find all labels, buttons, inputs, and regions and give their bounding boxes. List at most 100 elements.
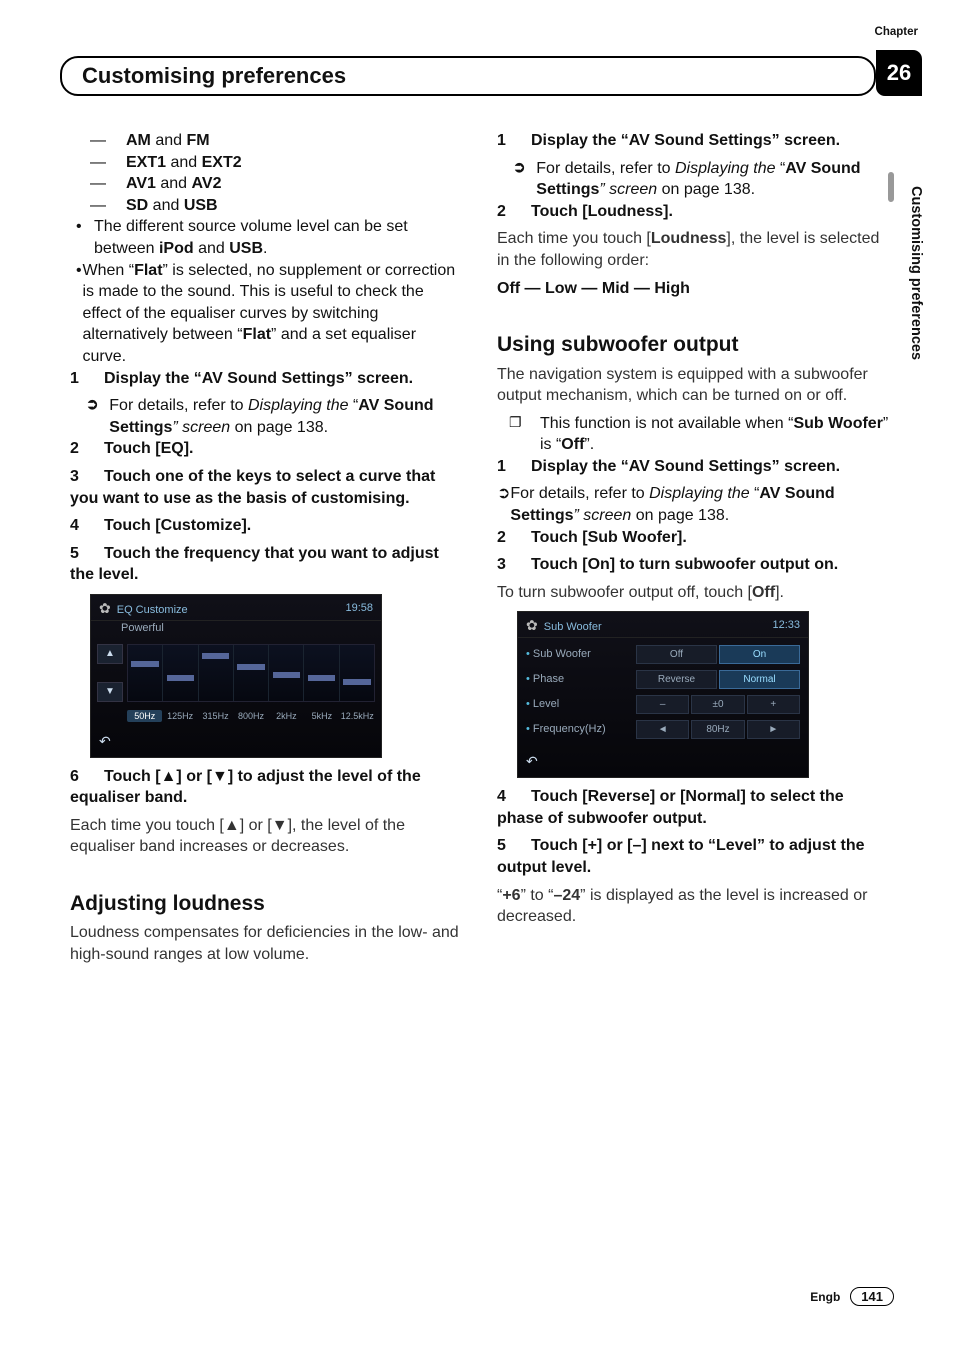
text: ” screen — [574, 507, 632, 524]
down-arrow-icon: ▼ — [212, 768, 228, 785]
sub-on-button[interactable]: On — [719, 645, 800, 664]
r-step-2-body: Each time you touch [Loudness], the leve… — [497, 228, 890, 271]
eq-bars[interactable] — [127, 644, 375, 702]
sub-label: Phase — [526, 672, 636, 687]
step-num: 2 — [70, 438, 104, 460]
sub-label: Level — [526, 697, 636, 712]
step-num: 5 — [497, 835, 531, 857]
ref-arrow-icon: ➲ — [70, 395, 109, 438]
text: Each time you touch [ — [70, 817, 224, 834]
sub-off-button[interactable]: Off — [636, 645, 717, 664]
eq-clock: 19:58 — [345, 601, 373, 616]
s3-step-5-body: “+6” to “–24” is displayed as the level … — [497, 885, 890, 928]
eq-freq-label[interactable]: 2kHz — [269, 710, 304, 722]
eq-subtitle: Powerful — [91, 621, 381, 640]
freq-right-button[interactable]: ► — [747, 720, 800, 739]
sub-row-level: Level – ±0 + — [526, 692, 800, 717]
step-5: 5Touch the frequency that you want to ad… — [70, 543, 463, 586]
text: For details, refer to — [109, 397, 248, 414]
step-1: 1Display the “AV Sound Settings” screen. — [70, 368, 463, 390]
loudness-sequence: Off — Low — Mid — High — [497, 278, 890, 300]
level-plus-button[interactable]: + — [747, 695, 800, 714]
text: ” screen — [599, 181, 657, 198]
r-step-1: 1Display the “AV Sound Settings” screen. — [497, 130, 890, 152]
level-value: ±0 — [691, 695, 744, 714]
step-text: Touch one of the keys to select a curve … — [70, 468, 435, 507]
s3-step-3-body: To turn subwoofer output off, touch [Off… — [497, 582, 890, 604]
note-icon: ❐ — [497, 413, 540, 456]
eq-header: ✿EQ Customize 19:58 — [91, 595, 381, 621]
text: ”. — [584, 436, 594, 453]
text: Sub Woofer — [793, 415, 882, 432]
eq-freq-label[interactable]: 50Hz — [127, 710, 162, 722]
text: Flat — [243, 326, 271, 343]
text: This function is not available when “ — [540, 415, 793, 432]
eq-title[interactable]: EQ Customize — [117, 604, 188, 616]
source-pair: —SD and USB — [70, 195, 463, 217]
source-pair-list: —AM and FM—EXT1 and EXT2—AV1 and AV2—SD … — [70, 130, 463, 216]
phase-normal-button[interactable]: Normal — [719, 670, 800, 689]
sub-title[interactable]: Sub Woofer — [544, 621, 602, 633]
eq-freq-label[interactable]: 125Hz — [162, 710, 197, 722]
text: Displaying the — [649, 485, 754, 502]
text: on page 138. — [631, 507, 729, 524]
eq-freq-label[interactable]: 12.5kHz — [340, 710, 375, 722]
text: on page 138. — [230, 419, 328, 436]
subwoofer-screenshot: ✿Sub Woofer 12:33 Sub Woofer Off On Phas… — [517, 611, 809, 778]
eq-freq-label[interactable]: 5kHz — [304, 710, 339, 722]
step-6: 6Touch [▲] or [▼] to adjust the level of… — [70, 766, 463, 809]
step-text: Touch [Sub Woofer]. — [531, 529, 687, 546]
s3-step-3: 3Touch [On] to turn subwoofer output on. — [497, 554, 890, 576]
text: Touch [ — [104, 768, 161, 785]
eq-bar[interactable] — [304, 645, 339, 701]
s3-step-1: 1Display the “AV Sound Settings” screen. — [497, 456, 890, 478]
step-num: 4 — [70, 515, 104, 537]
eq-bar[interactable] — [340, 645, 374, 701]
step-num: 3 — [70, 466, 104, 488]
step-text: Touch [Customize]. — [104, 517, 251, 534]
step-text: Touch the frequency that you want to adj… — [70, 545, 439, 584]
side-tab: Customising preferences — [894, 186, 924, 360]
eq-bar[interactable] — [128, 645, 163, 701]
page: Chapter 26 Customising preferences Custo… — [0, 0, 954, 1352]
down-arrow-icon: ▼ — [272, 817, 288, 834]
r-step1-ref: ➲ For details, refer to Displaying the “… — [497, 158, 890, 201]
step-num: 2 — [497, 201, 531, 223]
phase-reverse-button[interactable]: Reverse — [636, 670, 717, 689]
eq-bar[interactable] — [234, 645, 269, 701]
eq-freq-label[interactable]: 800Hz — [233, 710, 268, 722]
eq-up-button[interactable]: ▲ — [97, 644, 123, 664]
back-icon[interactable]: ↶ — [99, 733, 111, 749]
text: Off — [752, 584, 775, 601]
text: For details, refer to — [510, 485, 649, 502]
eq-down-button[interactable]: ▼ — [97, 682, 123, 702]
eq-bar[interactable] — [163, 645, 198, 701]
eq-labels: 50Hz125Hz315Hz800Hz2kHz5kHz12.5kHz — [91, 708, 381, 728]
step-text: Touch [Reverse] or [Normal] to select th… — [497, 788, 844, 827]
chapter-badge: 26 — [876, 50, 922, 96]
text: on page 138. — [657, 181, 755, 198]
section-adjusting-loudness-body: Loudness compensates for deficiencies in… — [70, 922, 463, 965]
sub-label: Sub Woofer — [526, 647, 636, 662]
eq-bar[interactable] — [199, 645, 234, 701]
s3-step-5: 5Touch [+] or [–] next to “Level” to adj… — [497, 835, 890, 878]
text: For details, refer to — [536, 160, 675, 177]
source-pair: —AM and FM — [70, 130, 463, 152]
sub-back-row: ↶ — [518, 748, 808, 777]
ref-arrow-icon: ➲ — [497, 483, 510, 526]
step-text: Display the “AV Sound Settings” screen. — [531, 458, 840, 475]
step-num: 3 — [497, 554, 531, 576]
bullet-diff-source: • The different source volume level can … — [70, 216, 463, 259]
step-text: Display the “AV Sound Settings” screen. — [531, 132, 840, 149]
text: Displaying the — [675, 160, 780, 177]
bullet-flat: • When “Flat” is selected, no supplement… — [70, 260, 463, 368]
step1-ref: ➲ For details, refer to Displaying the “… — [70, 395, 463, 438]
eq-bar[interactable] — [269, 645, 304, 701]
text: and — [194, 240, 230, 257]
eq-freq-label[interactable]: 315Hz — [198, 710, 233, 722]
level-minus-button[interactable]: – — [636, 695, 689, 714]
step-6-body: Each time you touch [▲] or [▼], the leve… — [70, 815, 463, 858]
freq-left-button[interactable]: ◄ — [636, 720, 689, 739]
text: To turn subwoofer output off, touch [ — [497, 584, 752, 601]
back-icon[interactable]: ↶ — [526, 753, 538, 769]
